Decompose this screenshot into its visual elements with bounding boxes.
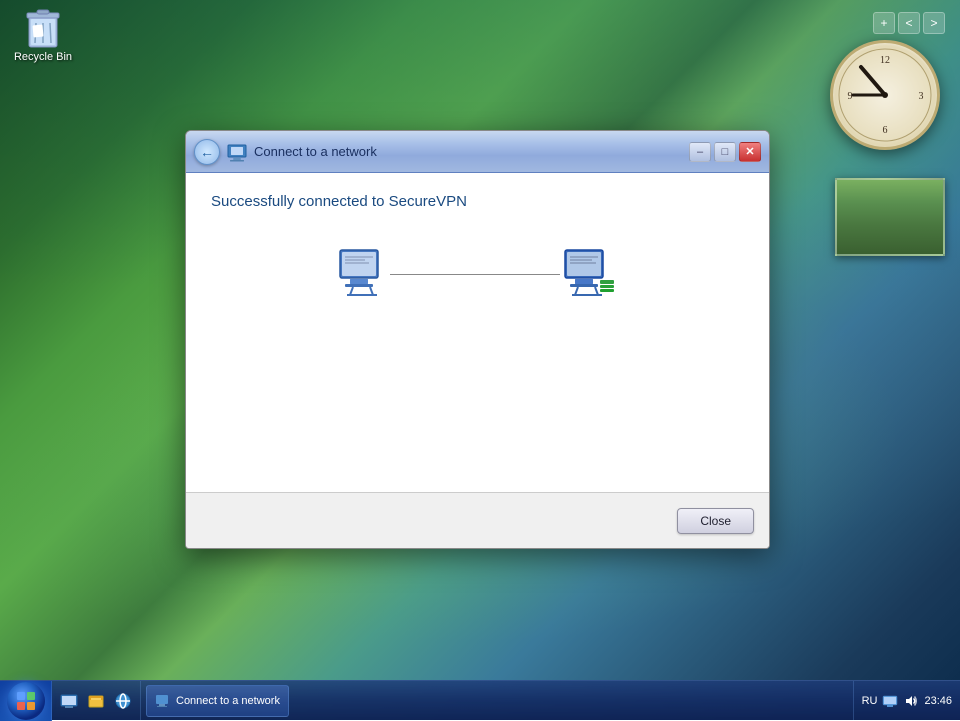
network-icon bbox=[226, 141, 248, 163]
clock-face: 12 3 6 9 bbox=[830, 40, 940, 150]
success-message: Successfully connected to SecureVPN bbox=[211, 193, 744, 210]
dialog-minimize-button[interactable]: – bbox=[689, 142, 711, 162]
system-tray: RU 23:46 bbox=[853, 681, 960, 720]
tray-volume-icon[interactable] bbox=[903, 693, 919, 709]
svg-text:3: 3 bbox=[919, 91, 924, 102]
recycle-bin-icon[interactable]: Recycle Bin bbox=[8, 5, 78, 63]
recycle-bin-graphic bbox=[23, 5, 63, 49]
tray-network-icon[interactable] bbox=[882, 693, 898, 709]
dialog-window-controls: – □ ✕ bbox=[689, 142, 761, 162]
sidebar-prev-button[interactable]: < bbox=[898, 12, 920, 34]
photo-svg bbox=[837, 180, 945, 256]
svg-text:9: 9 bbox=[848, 91, 853, 102]
windows-explorer-icon[interactable] bbox=[84, 689, 108, 713]
dialog-footer: Close bbox=[186, 493, 769, 548]
sidebar-add-button[interactable]: + bbox=[873, 12, 895, 34]
clock-widget: 12 3 6 9 bbox=[830, 40, 940, 150]
taskbar-network-icon bbox=[155, 694, 171, 708]
taskbar-clock: 23:46 bbox=[924, 695, 952, 707]
taskbar-connect-label: Connect to a network bbox=[176, 695, 280, 707]
sidebar-buttons: + < > bbox=[873, 12, 945, 34]
dialog-close-button[interactable]: ✕ bbox=[739, 142, 761, 162]
taskbar: Connect to a network RU bbox=[0, 680, 960, 720]
dialog-back-button[interactable]: ← bbox=[194, 139, 220, 165]
language-indicator: RU bbox=[862, 695, 878, 707]
svg-text:12: 12 bbox=[880, 55, 890, 66]
dialog-close-action-button[interactable]: Close bbox=[677, 508, 754, 534]
connect-to-network-dialog: ← Connect to a network – □ ✕ Successfull… bbox=[185, 130, 770, 549]
taskbar-item-connect-to-network[interactable]: Connect to a network bbox=[146, 685, 289, 717]
dialog-title: Connect to a network bbox=[254, 144, 689, 159]
recycle-bin-label: Recycle Bin bbox=[14, 51, 72, 63]
desktop: Recycle Bin + < > 12 3 6 9 bbox=[0, 0, 960, 720]
dialog-maximize-button[interactable]: □ bbox=[714, 142, 736, 162]
dialog-titlebar: ← Connect to a network – □ ✕ bbox=[186, 131, 769, 173]
network-diagram bbox=[211, 235, 744, 313]
connection-line bbox=[390, 274, 560, 275]
dialog-content: Successfully connected to SecureVPN bbox=[186, 173, 769, 493]
vpn-computer-icon bbox=[560, 245, 620, 303]
quick-launch bbox=[52, 681, 141, 720]
start-button[interactable] bbox=[0, 681, 52, 721]
sidebar-next-button[interactable]: > bbox=[923, 12, 945, 34]
windows-logo bbox=[15, 690, 37, 712]
taskbar-items: Connect to a network bbox=[141, 681, 853, 720]
clock-svg: 12 3 6 9 bbox=[835, 45, 935, 145]
local-computer-icon bbox=[335, 245, 390, 303]
start-orb bbox=[7, 682, 45, 720]
svg-text:6: 6 bbox=[883, 125, 888, 136]
photo-widget bbox=[835, 178, 945, 256]
show-desktop-icon[interactable] bbox=[57, 689, 81, 713]
internet-explorer-icon[interactable] bbox=[111, 689, 135, 713]
